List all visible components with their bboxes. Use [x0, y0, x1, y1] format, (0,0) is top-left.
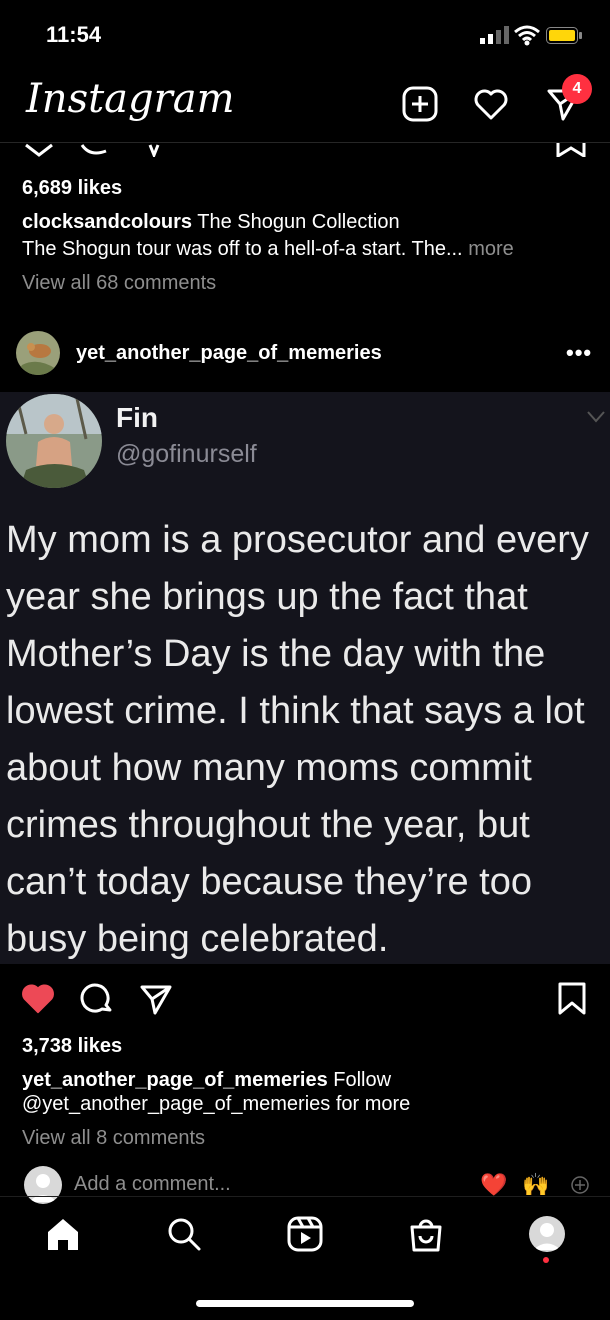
profile-tab-avatar[interactable]: [529, 1216, 565, 1252]
wifi-icon: [514, 25, 540, 46]
tweet-avatar: [6, 394, 102, 488]
post1-caption-title: The Shogun Collection: [197, 211, 400, 233]
search-icon[interactable]: [166, 1216, 202, 1252]
new-post-icon[interactable]: [402, 86, 438, 122]
post1-more-link[interactable]: more: [468, 238, 514, 260]
post2-caption-text: Follow: [333, 1069, 392, 1091]
post2-username[interactable]: yet_another_page_of_memeries: [76, 342, 382, 365]
own-avatar: [24, 1166, 62, 1204]
tweet-chevron-down-icon: [587, 411, 605, 423]
quick-emoji-raised-hands[interactable]: 🙌: [522, 1172, 549, 1198]
quick-emoji-heart[interactable]: ❤️: [480, 1172, 507, 1198]
add-emoji-icon[interactable]: [570, 1175, 590, 1195]
post1-view-comments[interactable]: View all 68 comments: [22, 272, 216, 295]
share-icon[interactable]: [139, 982, 173, 1016]
liked-heart-icon[interactable]: [21, 982, 55, 1016]
profile-activity-dot: [543, 1257, 549, 1263]
prev-bookmark-partial: [556, 143, 586, 157]
tab-bar-divider: [0, 1196, 610, 1197]
tweet-text: My mom is a prosecutor and every year sh…: [6, 519, 589, 960]
shop-icon[interactable]: [408, 1216, 444, 1252]
post1-caption-line2: The Shogun tour was off to a hell-of-a s…: [22, 238, 514, 261]
instagram-logo[interactable]: Instagram: [26, 76, 235, 122]
post2-caption-username[interactable]: yet_another_page_of_memeries: [22, 1069, 328, 1091]
add-comment-input[interactable]: Add a comment...: [74, 1173, 231, 1196]
post1-username[interactable]: clocksandcolours: [22, 211, 192, 233]
post2-likes[interactable]: 3,738 likes: [22, 1035, 122, 1058]
post1-likes[interactable]: 6,689 likes: [22, 177, 122, 200]
tweet-author-name: Fin: [116, 402, 158, 433]
post2-view-comments[interactable]: View all 8 comments: [22, 1127, 205, 1150]
heart-icon[interactable]: [473, 86, 509, 122]
prev-post-actions-partial: [25, 143, 160, 157]
cellular-signal-icon: [480, 26, 509, 44]
notification-badge: 4: [562, 74, 592, 104]
post2-caption-line1: yet_another_page_of_memeries Follow: [22, 1069, 391, 1092]
post2-options-button[interactable]: •••: [566, 340, 592, 366]
tweet-author-handle: @gofinurself: [116, 440, 257, 468]
home-indicator[interactable]: [196, 1300, 414, 1307]
comment-icon[interactable]: [80, 982, 114, 1016]
post2-user-avatar[interactable]: [16, 331, 60, 375]
reels-icon[interactable]: [287, 1216, 323, 1252]
post2-caption-line2[interactable]: @yet_another_page_of_memeries for more: [22, 1093, 410, 1116]
post1-caption-line1: clocksandcolours The Shogun Collection: [22, 211, 400, 234]
home-icon[interactable]: [45, 1216, 81, 1252]
status-time: 11:54: [46, 22, 102, 47]
post1-caption-text: The Shogun tour was off to a hell-of-a s…: [22, 238, 463, 260]
battery-icon: [546, 27, 582, 44]
bookmark-icon[interactable]: [555, 982, 589, 1016]
